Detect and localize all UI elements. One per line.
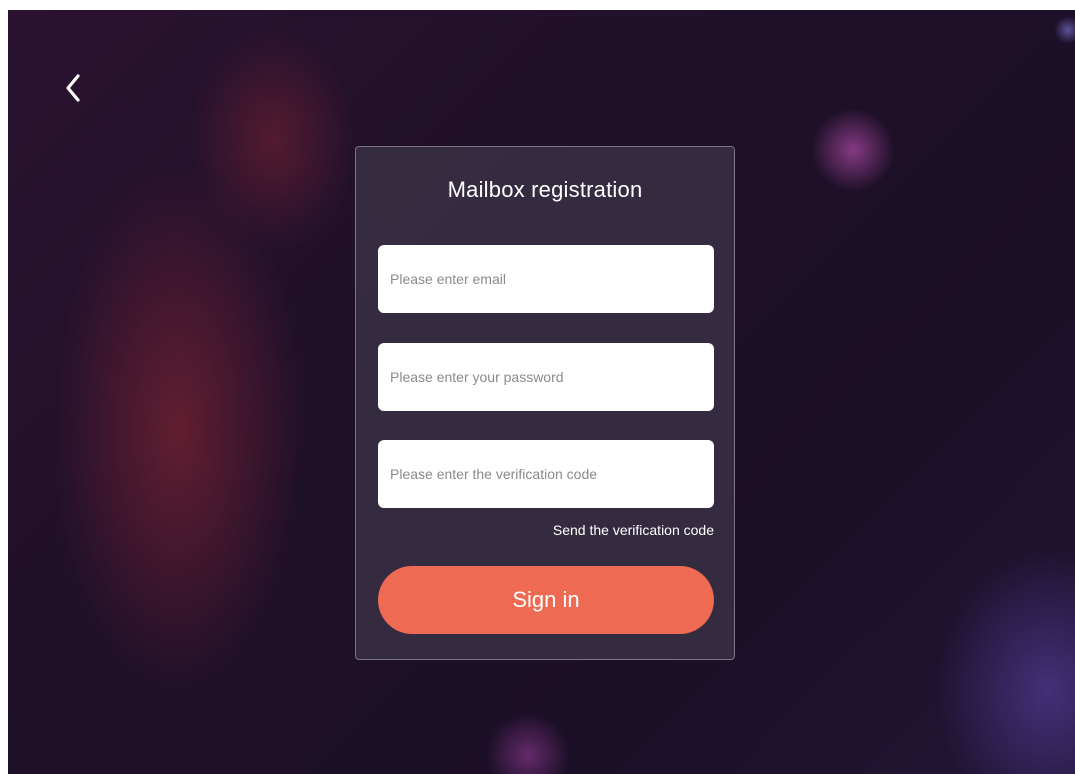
sign-in-button[interactable]: Sign in bbox=[378, 566, 714, 634]
verification-code-input[interactable] bbox=[378, 440, 714, 508]
password-input[interactable] bbox=[378, 343, 714, 411]
email-field-container bbox=[378, 245, 714, 313]
chevron-left-icon bbox=[66, 74, 80, 102]
verification-code-field-container bbox=[378, 440, 714, 508]
send-verification-code-link[interactable]: Send the verification code bbox=[553, 522, 714, 538]
registration-card: Mailbox registration Send the verificati… bbox=[355, 146, 735, 660]
password-field-container bbox=[378, 343, 714, 411]
email-input[interactable] bbox=[378, 245, 714, 313]
app-screen: Mailbox registration Send the verificati… bbox=[8, 10, 1075, 774]
back-button[interactable] bbox=[58, 68, 88, 108]
card-title: Mailbox registration bbox=[447, 177, 643, 202]
